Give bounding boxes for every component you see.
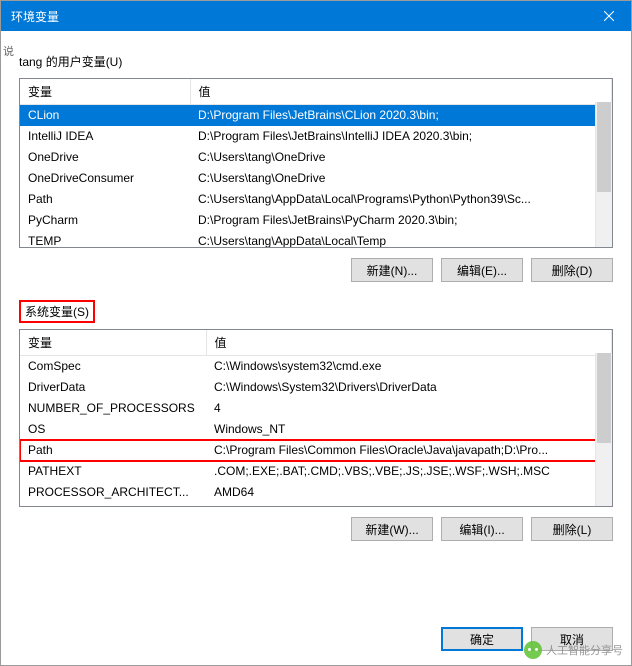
var-value: C:\Windows\system32\cmd.exe: [206, 356, 612, 377]
system-vars-label: 系统变量(S): [19, 300, 95, 323]
table-row[interactable]: CLionD:\Program Files\JetBrains\CLion 20…: [20, 105, 612, 126]
system-edit-button[interactable]: 编辑(I)...: [441, 517, 523, 541]
var-value: C:\Users\tang\OneDrive: [190, 168, 612, 189]
table-row[interactable]: PATHEXT.COM;.EXE;.BAT;.CMD;.VBS;.VBE;.JS…: [20, 461, 612, 482]
table-row[interactable]: NUMBER_OF_PROCESSORS4: [20, 398, 612, 419]
table-row[interactable]: PathC:\Users\tang\AppData\Local\Programs…: [20, 189, 612, 210]
user-vars-label: tang 的用户变量(U): [19, 53, 122, 70]
watermark: 人工智能分享号: [524, 641, 623, 659]
system-buttons: 新建(W)... 编辑(I)... 删除(L): [19, 517, 613, 541]
var-name: Path: [20, 440, 206, 461]
table-row[interactable]: PROCESSOR_ARCHITECT...AMD64: [20, 482, 612, 503]
var-name: NUMBER_OF_PROCESSORS: [20, 398, 206, 419]
var-name: PROCESSOR_ARCHITECT...: [20, 482, 206, 503]
table-row[interactable]: PathC:\Program Files\Common Files\Oracle…: [20, 440, 612, 461]
col-header-value[interactable]: 值: [206, 330, 612, 356]
var-name: PyCharm: [20, 210, 190, 231]
var-value: C:\Users\tang\AppData\Local\Temp: [190, 231, 612, 249]
system-vars-table-wrap: 变量 值 ComSpecC:\Windows\system32\cmd.exeD…: [19, 329, 613, 507]
table-row[interactable]: TEMPC:\Users\tang\AppData\Local\Temp: [20, 231, 612, 249]
watermark-text: 人工智能分享号: [546, 642, 623, 658]
col-header-value[interactable]: 值: [190, 79, 612, 105]
var-name: Path: [20, 189, 190, 210]
table-row[interactable]: OSWindows_NT: [20, 419, 612, 440]
table-row[interactable]: OneDriveC:\Users\tang\OneDrive: [20, 147, 612, 168]
var-value: D:\Program Files\JetBrains\CLion 2020.3\…: [190, 105, 612, 126]
var-name: OneDrive: [20, 147, 190, 168]
var-name: DriverData: [20, 377, 206, 398]
var-value: 4: [206, 398, 612, 419]
titlebar: 环境变量: [1, 1, 631, 31]
var-value: D:\Program Files\JetBrains\PyCharm 2020.…: [190, 210, 612, 231]
side-hint: 说: [3, 43, 14, 59]
user-vars-table[interactable]: 变量 值 CLionD:\Program Files\JetBrains\CLi…: [20, 79, 612, 248]
var-name: OS: [20, 419, 206, 440]
table-row[interactable]: IntelliJ IDEAD:\Program Files\JetBrains\…: [20, 126, 612, 147]
scrollbar-thumb[interactable]: [597, 353, 611, 443]
system-vars-table[interactable]: 变量 值 ComSpecC:\Windows\system32\cmd.exeD…: [20, 330, 612, 503]
var-name: CLion: [20, 105, 190, 126]
var-value: D:\Program Files\JetBrains\IntelliJ IDEA…: [190, 126, 612, 147]
ok-button[interactable]: 确定: [441, 627, 523, 651]
scrollbar[interactable]: [595, 353, 612, 506]
user-vars-table-wrap: 变量 值 CLionD:\Program Files\JetBrains\CLi…: [19, 78, 613, 248]
var-value: C:\Users\tang\OneDrive: [190, 147, 612, 168]
var-name: IntelliJ IDEA: [20, 126, 190, 147]
table-row[interactable]: DriverDataC:\Windows\System32\Drivers\Dr…: [20, 377, 612, 398]
var-value: C:\Program Files\Common Files\Oracle\Jav…: [206, 440, 612, 461]
env-vars-dialog: 环境变量 说 tang 的用户变量(U) 变量 值 CLionD:\Progra…: [0, 0, 632, 666]
system-new-button[interactable]: 新建(W)...: [351, 517, 433, 541]
user-buttons: 新建(N)... 编辑(E)... 删除(D): [19, 258, 613, 282]
wechat-icon: [524, 641, 542, 659]
close-button[interactable]: [586, 1, 631, 31]
col-header-variable[interactable]: 变量: [20, 330, 206, 356]
table-row[interactable]: ComSpecC:\Windows\system32\cmd.exe: [20, 356, 612, 377]
table-row[interactable]: OneDriveConsumerC:\Users\tang\OneDrive: [20, 168, 612, 189]
var-value: C:\Users\tang\AppData\Local\Programs\Pyt…: [190, 189, 612, 210]
var-value: C:\Windows\System32\Drivers\DriverData: [206, 377, 612, 398]
user-new-button[interactable]: 新建(N)...: [351, 258, 433, 282]
var-name: TEMP: [20, 231, 190, 249]
user-edit-button[interactable]: 编辑(E)...: [441, 258, 523, 282]
table-row[interactable]: PyCharmD:\Program Files\JetBrains\PyChar…: [20, 210, 612, 231]
var-name: PATHEXT: [20, 461, 206, 482]
user-delete-button[interactable]: 删除(D): [531, 258, 613, 282]
close-icon: [604, 11, 614, 21]
var-value: Windows_NT: [206, 419, 612, 440]
var-value: AMD64: [206, 482, 612, 503]
col-header-variable[interactable]: 变量: [20, 79, 190, 105]
scrollbar[interactable]: [595, 102, 612, 247]
var-name: OneDriveConsumer: [20, 168, 190, 189]
dialog-content: tang 的用户变量(U) 变量 值 CLionD:\Program Files…: [1, 31, 631, 551]
system-delete-button[interactable]: 删除(L): [531, 517, 613, 541]
var-name: ComSpec: [20, 356, 206, 377]
window-title: 环境变量: [11, 8, 59, 25]
var-value: .COM;.EXE;.BAT;.CMD;.VBS;.VBE;.JS;.JSE;.…: [206, 461, 612, 482]
scrollbar-thumb[interactable]: [597, 102, 611, 192]
